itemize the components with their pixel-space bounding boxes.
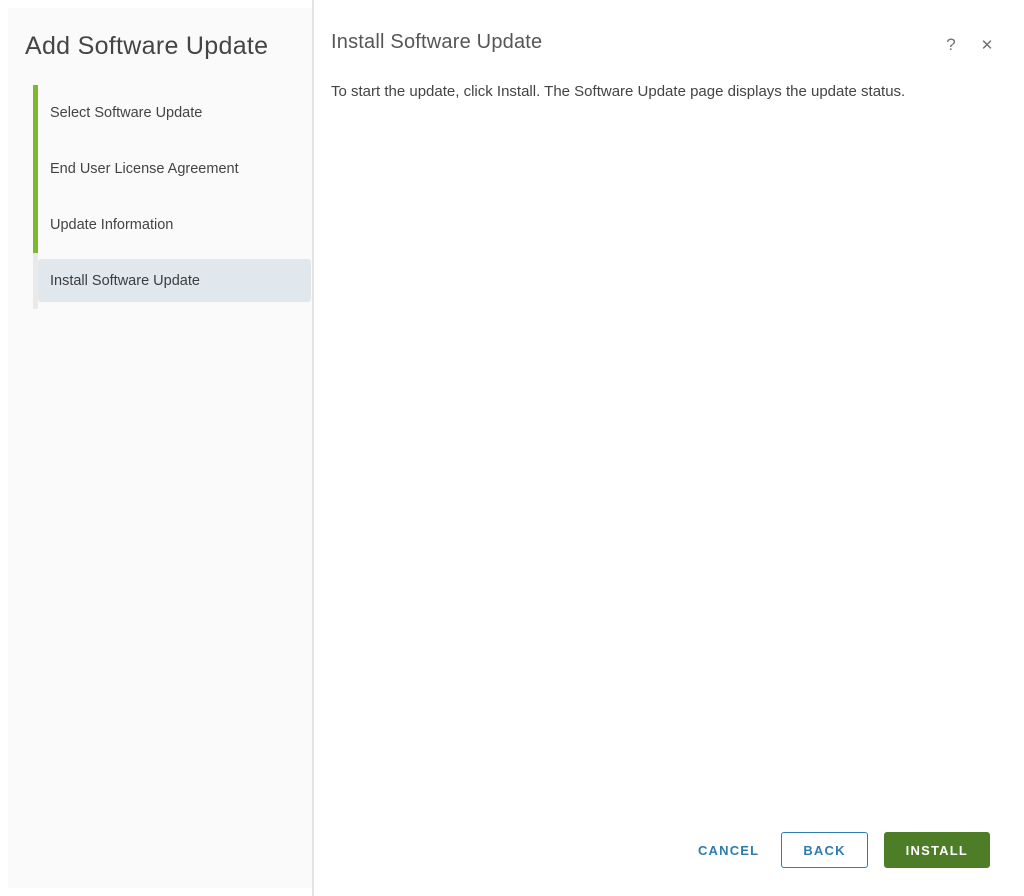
step-end-user-license-agreement[interactable]: End User License Agreement: [33, 141, 312, 197]
wizard-title: Add Software Update: [25, 32, 268, 61]
help-icon[interactable]: ?: [939, 33, 963, 57]
back-button[interactable]: BACK: [781, 832, 867, 868]
install-button[interactable]: INSTALL: [884, 832, 990, 868]
step-label[interactable]: Install Software Update: [38, 259, 311, 302]
close-icon[interactable]: ✕: [975, 33, 999, 57]
instruction-text: To start the update, click Install. The …: [331, 81, 963, 103]
step-label[interactable]: Update Information: [38, 203, 311, 246]
wizard-sidebar: Add Software Update Select Software Upda…: [8, 8, 312, 888]
cancel-button[interactable]: CANCEL: [692, 832, 765, 868]
page-title: Install Software Update: [331, 31, 542, 54]
footer-actions: CANCEL BACK INSTALL: [692, 832, 990, 868]
wizard-steps: Select Software Update End User License …: [33, 85, 312, 309]
step-select-software-update[interactable]: Select Software Update: [33, 85, 312, 141]
step-label[interactable]: End User License Agreement: [38, 147, 311, 190]
step-update-information[interactable]: Update Information: [33, 197, 312, 253]
step-label[interactable]: Select Software Update: [38, 91, 311, 134]
step-install-software-update[interactable]: Install Software Update: [33, 253, 312, 309]
sidebar-divider: [312, 0, 314, 896]
